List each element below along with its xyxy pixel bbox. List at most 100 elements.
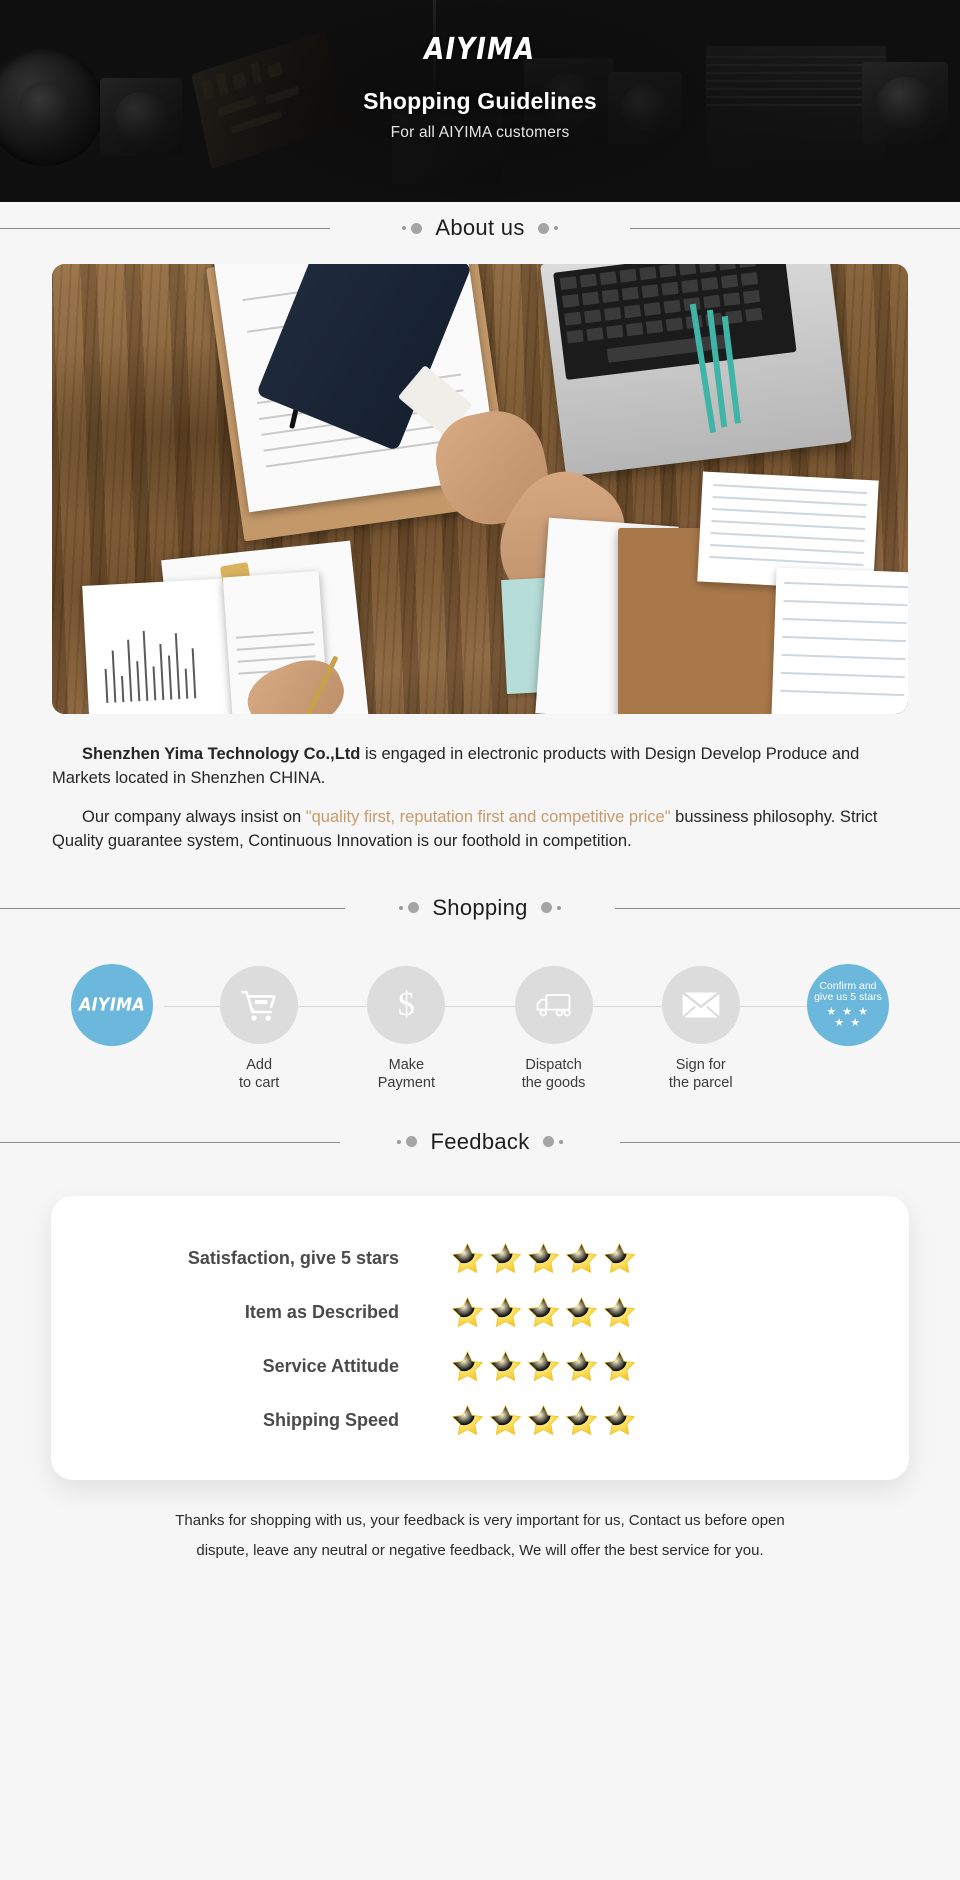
footer-note: Thanks for shopping with us, your feedba… [65, 1506, 895, 1566]
star-icon [451, 1296, 484, 1329]
process-step-make-payment[interactable]: $ Make Payment [346, 965, 466, 1094]
stars-row-bottom: ★ ★ [834, 1016, 862, 1029]
deco-dots-right [537, 222, 558, 234]
feedback-label-satisfaction: Satisfaction, give 5 stars [187, 1248, 399, 1269]
process-step-sign-parcel[interactable]: Sign for the parcel [641, 965, 761, 1094]
feedback-stars-shipping-speed [451, 1404, 636, 1437]
about-us-text: Shenzhen Yima Technology Co.,Ltd is enga… [52, 742, 908, 854]
step-label-line1: Dispatch [525, 1056, 582, 1073]
star-icon [489, 1296, 522, 1329]
feedback-label-service-attitude: Service Attitude [262, 1356, 399, 1377]
step-label-line1: Sign for [675, 1056, 726, 1073]
star-icon [527, 1242, 560, 1275]
section-header-feedback: Feedback [0, 1116, 960, 1168]
star-icon [603, 1350, 636, 1383]
deco-dots-left [402, 222, 423, 234]
divider-right [615, 907, 960, 909]
footer-line-1: Thanks for shopping with us, your feedba… [175, 1511, 785, 1529]
feedback-row: Service Attitude [51, 1340, 909, 1394]
star-icon [565, 1350, 598, 1383]
banner-subtitle: For all AIYIMA customers [390, 124, 570, 141]
star-icon [527, 1350, 560, 1383]
section-title-shopping: Shopping [419, 894, 541, 921]
envelope-icon [681, 985, 721, 1025]
large-dot-icon [542, 1136, 554, 1148]
deco-dots-left [397, 1136, 418, 1148]
dollar-icon: $ [397, 985, 415, 1023]
step-circle-payment: $ [367, 965, 446, 1044]
deco-dots-right [540, 902, 561, 914]
company-name: Shenzhen Yima Technology Co.,Ltd [82, 745, 361, 763]
star-icon [565, 1296, 598, 1329]
step-circle-dispatch [514, 965, 593, 1044]
section-header-shopping: Shopping [0, 882, 960, 934]
section-header-about: About us [0, 202, 960, 254]
stars-icon: ★ ★ ★ ★ ★ [814, 1007, 882, 1029]
feedback-label-item-described: Item as Described [244, 1302, 399, 1323]
star-icon [451, 1350, 484, 1383]
small-dot-icon [556, 905, 561, 910]
about-paragraph-2: Our company always insist on "quality fi… [52, 805, 908, 854]
step-circle-cart [220, 965, 299, 1044]
divider-left [0, 228, 330, 229]
star-icon [603, 1404, 636, 1437]
step-label-line2: the parcel [668, 1075, 733, 1092]
divider-right [630, 228, 960, 229]
step-label-add-to-cart: Add to cart [239, 1056, 279, 1094]
small-dot-icon [397, 1139, 402, 1144]
star-icon [565, 1404, 598, 1437]
confirm-badge-line2: give us 5 stars [814, 991, 882, 1004]
aiyima-logo-icon: AIYIMA [79, 994, 145, 1016]
laptop [540, 264, 852, 477]
large-dot-icon [411, 222, 423, 234]
large-dot-icon [408, 902, 420, 914]
small-dot-icon [553, 226, 558, 230]
star-icon [603, 1242, 636, 1275]
feedback-card: Satisfaction, give 5 stars Item as Descr… [51, 1195, 909, 1480]
section-title-feedback: Feedback [417, 1128, 543, 1155]
star-icon [527, 1296, 560, 1329]
footer-line-2: dispute, leave any neutral or negative f… [196, 1541, 764, 1559]
step-circle-aiyima: AIYIMA [71, 963, 153, 1046]
process-step-dispatch[interactable]: Dispatch the goods [494, 965, 614, 1094]
about-paragraph-1: Shenzhen Yima Technology Co.,Ltd is enga… [52, 742, 908, 791]
spreadsheet-bottom [771, 567, 908, 714]
shopping-process: AIYIMA Add to cart $ Make Payment Dispat… [52, 963, 908, 1091]
laptop-keyboard [553, 264, 797, 381]
page-banner: AIYIMA Shopping Guidelines For all AIYIM… [0, 0, 960, 202]
divider-left [0, 907, 345, 909]
step-circle-confirm: Confirm and give us 5 stars ★ ★ ★ ★ ★ [806, 963, 889, 1046]
feedback-row: Item as Described [51, 1286, 909, 1340]
small-dot-icon [402, 226, 407, 230]
section-title-about: About us [422, 215, 538, 241]
process-step-confirm-rate[interactable]: Confirm and give us 5 stars ★ ★ ★ ★ ★ [788, 963, 908, 1046]
step-label-line2: Payment [377, 1075, 435, 1092]
star-icon [451, 1242, 484, 1275]
process-step-add-to-cart[interactable]: Add to cart [199, 965, 319, 1094]
star-icon [451, 1404, 484, 1437]
banner-title: Shopping Guidelines [363, 88, 597, 114]
deco-dots-right [542, 1136, 563, 1148]
step-label-line2: the goods [521, 1075, 586, 1092]
feedback-row: Shipping Speed [51, 1394, 909, 1448]
step-label-line2: to cart [239, 1075, 280, 1092]
step-label-make-payment: Make Payment [378, 1056, 435, 1094]
feedback-stars-satisfaction [451, 1242, 636, 1275]
small-dot-icon [399, 905, 404, 910]
large-dot-icon [406, 1136, 418, 1148]
feedback-stars-item-described [451, 1296, 636, 1329]
deco-dots-left [399, 902, 420, 914]
star-icon [489, 1350, 522, 1383]
about-paragraph-2-pre: Our company always insist on [82, 807, 306, 826]
star-icon [565, 1242, 598, 1275]
process-step-aiyima: AIYIMA [52, 963, 172, 1046]
step-label-sign-parcel: Sign for the parcel [669, 1056, 733, 1094]
star-icon [489, 1242, 522, 1275]
large-dot-icon [537, 222, 549, 234]
quality-quote: "quality first, reputation first and com… [305, 807, 671, 826]
step-label-dispatch: Dispatch the goods [522, 1056, 586, 1094]
chart-document [82, 578, 240, 714]
step-label-line1: Add [246, 1056, 273, 1073]
cart-icon [239, 985, 279, 1025]
large-dot-icon [540, 902, 552, 914]
